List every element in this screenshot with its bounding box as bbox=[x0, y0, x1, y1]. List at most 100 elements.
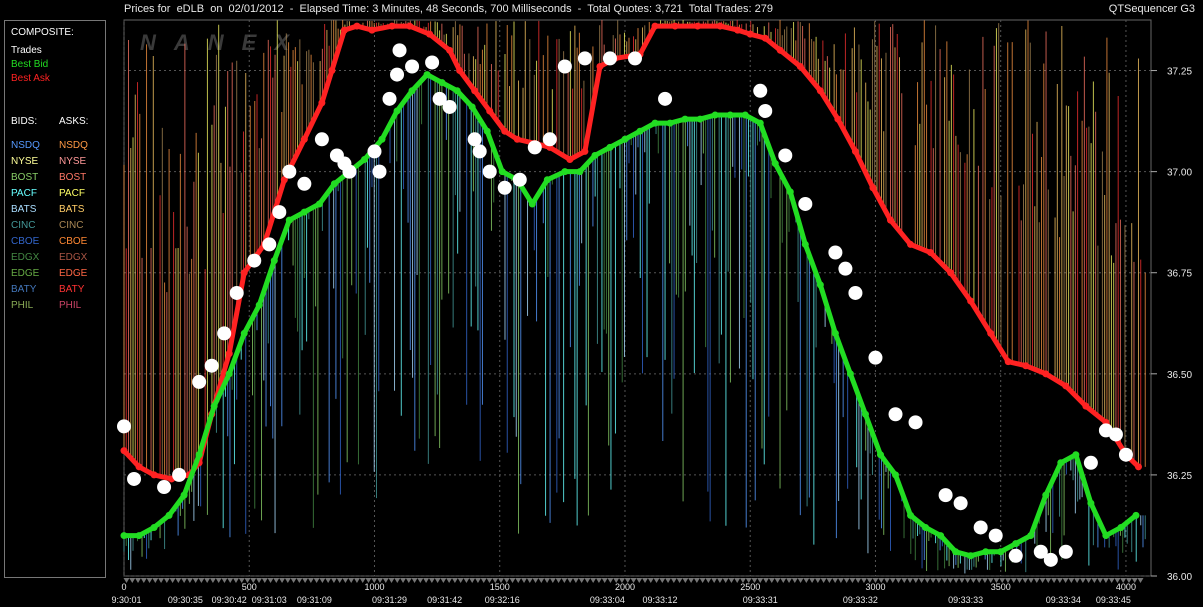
best-bid-point bbox=[666, 119, 674, 127]
x-trade-marker bbox=[1097, 578, 1104, 583]
trade-point bbox=[1108, 427, 1123, 442]
best-bid-point bbox=[483, 127, 491, 135]
trade-point bbox=[367, 144, 382, 159]
trade-point bbox=[988, 528, 1003, 543]
x-trade-marker bbox=[521, 578, 528, 583]
best-bid-point bbox=[1087, 499, 1095, 507]
best-bid-point bbox=[1102, 532, 1110, 540]
trade-point bbox=[838, 261, 853, 276]
x-trade-marker bbox=[1016, 578, 1023, 583]
x-trade-marker bbox=[192, 578, 199, 583]
x-trade-marker bbox=[1068, 578, 1075, 583]
x-trade-marker bbox=[901, 578, 908, 583]
x-trade-marker bbox=[809, 578, 816, 583]
best-ask-point bbox=[694, 22, 702, 30]
best-bid-point bbox=[576, 168, 584, 176]
best-bid-point bbox=[150, 523, 158, 531]
best-bid-point bbox=[300, 208, 308, 216]
best-bid-point bbox=[528, 200, 536, 208]
best-bid-point bbox=[468, 103, 476, 111]
x-trade-marker bbox=[981, 578, 988, 583]
trade-point bbox=[1083, 455, 1098, 470]
best-ask-point bbox=[581, 147, 589, 155]
best-bid-point bbox=[1012, 540, 1020, 548]
x-trade-marker bbox=[791, 578, 798, 583]
trade-point bbox=[172, 467, 187, 482]
best-ask-point bbox=[907, 240, 915, 248]
trade-point bbox=[512, 172, 527, 187]
time-label: 09:30:42 bbox=[212, 595, 247, 605]
x-trade-marker bbox=[716, 578, 723, 583]
x-trade-marker bbox=[457, 578, 464, 583]
best-bid-point bbox=[937, 532, 945, 540]
x-trade-marker bbox=[832, 578, 839, 583]
x-trade-marker bbox=[1028, 578, 1035, 583]
trade-point bbox=[1008, 548, 1023, 563]
x-trade-marker bbox=[209, 578, 216, 583]
trade-point bbox=[390, 67, 405, 82]
best-bid-point bbox=[876, 451, 884, 459]
x-trade-marker bbox=[1108, 578, 1115, 583]
best-ask-point bbox=[566, 156, 574, 164]
trade-point bbox=[217, 326, 232, 341]
x-trade-marker bbox=[1045, 578, 1052, 583]
x-trade-marker bbox=[601, 578, 608, 583]
x-trade-marker bbox=[319, 578, 326, 583]
best-ask-point bbox=[716, 22, 724, 30]
trade-point bbox=[272, 205, 287, 220]
best-bid-point bbox=[711, 111, 719, 119]
x-trade-marker bbox=[330, 578, 337, 583]
best-ask-point bbox=[671, 22, 679, 30]
best-ask-point bbox=[446, 46, 454, 54]
time-label: 09:32:16 bbox=[485, 595, 520, 605]
trade-point bbox=[973, 520, 988, 535]
x-trade-marker bbox=[215, 578, 222, 583]
trade-point bbox=[442, 99, 457, 114]
trade-point bbox=[392, 43, 407, 58]
x-trade-marker bbox=[428, 578, 435, 583]
best-ask-point bbox=[886, 216, 894, 224]
best-bid-point bbox=[741, 111, 749, 119]
time-label: 09:33:32 bbox=[843, 595, 878, 605]
x-trade-marker bbox=[186, 578, 193, 583]
x-trade-marker bbox=[509, 578, 516, 583]
trade-point bbox=[117, 419, 131, 434]
x-trade-marker bbox=[711, 578, 718, 583]
x-trade-marker bbox=[451, 578, 458, 583]
x-tick-label: 500 bbox=[242, 582, 257, 592]
trade-point bbox=[602, 51, 617, 66]
best-ask-point bbox=[1062, 382, 1070, 390]
best-bid-point bbox=[285, 216, 293, 224]
best-ask-point bbox=[318, 99, 326, 107]
best-bid-point bbox=[255, 301, 263, 309]
x-trade-marker bbox=[705, 578, 712, 583]
best-bid-point bbox=[195, 451, 203, 459]
best-bid-point bbox=[498, 168, 506, 176]
trade-point bbox=[778, 148, 793, 163]
trade-point bbox=[262, 237, 277, 252]
x-trade-marker bbox=[1074, 578, 1081, 583]
best-bid-point bbox=[636, 127, 644, 135]
time-label: 09:31:42 bbox=[427, 595, 462, 605]
x-trade-marker bbox=[912, 578, 919, 583]
x-trade-marker bbox=[353, 578, 360, 583]
x-trade-marker bbox=[722, 578, 729, 583]
x-trade-marker bbox=[699, 578, 706, 583]
best-bid-point bbox=[816, 281, 824, 289]
time-label: 09:31:29 bbox=[372, 595, 407, 605]
x-trade-marker bbox=[204, 578, 211, 583]
x-trade-marker bbox=[953, 578, 960, 583]
time-label: 09:33:33 bbox=[948, 595, 983, 605]
best-bid-point bbox=[270, 257, 278, 265]
best-ask-point bbox=[150, 471, 158, 479]
x-trade-marker bbox=[768, 578, 775, 583]
x-trade-marker bbox=[653, 578, 660, 583]
y-tick-label: 36.25 bbox=[1167, 471, 1192, 482]
x-trade-marker bbox=[158, 578, 165, 583]
best-bid-point bbox=[606, 143, 614, 151]
best-ask-point bbox=[513, 135, 521, 143]
plot-area bbox=[123, 19, 1152, 577]
best-ask-point bbox=[388, 22, 396, 30]
x-trade-marker bbox=[947, 578, 954, 583]
trade-point bbox=[953, 496, 968, 511]
